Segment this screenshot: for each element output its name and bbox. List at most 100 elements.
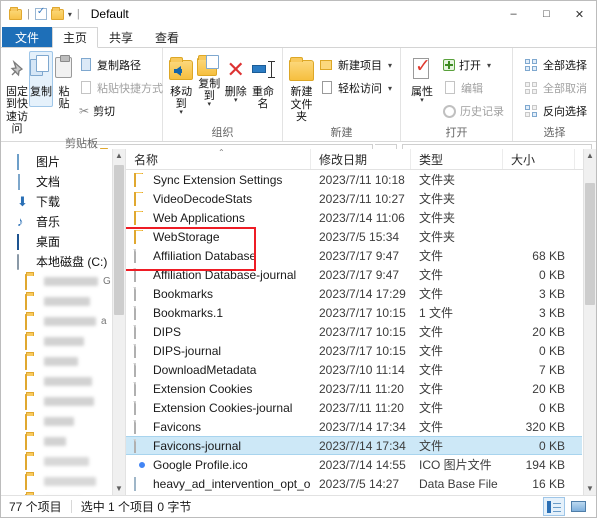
copy-to-button[interactable]: 复制到 ▾ [195, 51, 223, 109]
edit-button[interactable]: 编辑 [439, 78, 508, 98]
column-type[interactable]: 类型 [411, 149, 503, 169]
cut-button[interactable]: ✂ 剪切 [75, 101, 167, 121]
file-name-cell: DIPS [126, 324, 311, 339]
nav-folder-redacted-3[interactable]: a [1, 311, 125, 331]
nav-scroll-down-icon[interactable]: ▼ [113, 482, 125, 495]
properties-button[interactable]: ✓ 属性 ▾ [405, 51, 439, 105]
table-row[interactable]: Web Applications 2023/7/14 11:06 文件夹 [126, 208, 582, 227]
file-scroll-down-icon[interactable]: ▼ [584, 482, 596, 495]
tab-view[interactable]: 查看 [144, 27, 190, 47]
open-button[interactable]: 打开 ▾ [439, 55, 508, 75]
nav-folder-redacted-9[interactable] [1, 431, 125, 451]
nav-documents[interactable]: 文档 [1, 171, 125, 191]
file-name-label: Affiliation Database-journal [153, 267, 297, 282]
move-to-button[interactable]: 移动到 ▾ [167, 51, 195, 117]
nav-downloads[interactable]: ⬇ 下载 [1, 191, 125, 211]
file-list-scrollbar[interactable]: ▲ ▼ [583, 149, 596, 495]
file-name-cell: WebStorage [126, 229, 311, 244]
table-row[interactable]: Affiliation Database-journal 2023/7/17 9:… [126, 265, 582, 284]
easy-access-button[interactable]: 轻松访问 ▾ [316, 78, 396, 98]
table-row[interactable]: Favicons 2023/7/14 17:34 文件 320 KB [126, 417, 582, 436]
nav-pictures[interactable]: 图片 [1, 151, 125, 171]
file-icon [134, 343, 147, 358]
table-row[interactable]: Favicons-journal 2023/7/14 17:34 文件 0 KB [126, 436, 582, 455]
delete-button[interactable]: ✕ 删除 ▾ [223, 51, 248, 105]
new-item-button[interactable]: 新建项目 ▾ [316, 55, 396, 75]
table-row[interactable]: Bookmarks 2023/7/14 17:29 文件 3 KB [126, 284, 582, 303]
delete-caret-icon[interactable]: ▾ [234, 97, 238, 104]
details-view-button[interactable] [543, 497, 565, 516]
maximize-button[interactable]: □ [530, 1, 563, 27]
nav-folder-redacted-5[interactable] [1, 351, 125, 371]
properties-caret-icon[interactable]: ▾ [420, 97, 424, 104]
table-row[interactable]: WebStorage 2023/7/5 15:34 文件夹 [126, 227, 582, 246]
file-date-cell: 2023/7/11 11:20 [319, 400, 404, 415]
drive-icon [17, 253, 31, 270]
nav-music[interactable]: ♪ 音乐 [1, 211, 125, 231]
content-area: 图片 文档 ⬇ 下载 ♪ 音乐 桌面 本地磁盘 (C:) G a ▲ ▼ ⌃ 名… [1, 149, 596, 495]
tab-share[interactable]: 共享 [98, 27, 144, 47]
paste-shortcut-button[interactable]: 粘贴快捷方式 [75, 78, 167, 98]
nav-scroll-up-icon[interactable]: ▲ [113, 149, 125, 162]
copy-button[interactable]: 复制 [29, 51, 53, 107]
nav-desktop[interactable]: 桌面 [1, 231, 125, 251]
minimize-button[interactable]: – [497, 1, 530, 27]
file-name-cell: Web Applications [126, 210, 311, 225]
table-row[interactable]: DIPS-journal 2023/7/17 10:15 文件 0 KB [126, 341, 582, 360]
select-none-button[interactable]: 全部取消 [521, 78, 591, 98]
select-none-icon [525, 81, 539, 95]
file-scroll-thumb[interactable] [585, 183, 595, 305]
column-date-modified[interactable]: 修改日期 [311, 149, 411, 169]
nav-folder-redacted-8[interactable] [1, 411, 125, 431]
open-caret-icon[interactable]: ▾ [487, 61, 491, 70]
table-row[interactable]: Extension Cookies-journal 2023/7/11 11:20… [126, 398, 582, 417]
rename-button[interactable]: 重命名 [248, 51, 278, 111]
chevron-down-icon[interactable]: ▾ [68, 10, 72, 19]
table-row[interactable]: Sync Extension Settings 2023/7/11 10:18 文件… [126, 170, 582, 189]
copy-to-caret-icon[interactable]: ▾ [208, 101, 212, 108]
folder-icon [25, 413, 39, 430]
new-folder-icon[interactable] [50, 6, 64, 20]
table-row[interactable]: Extension Cookies 2023/7/11 11:20 文件 20 KB [126, 379, 582, 398]
nav-local-disk-c[interactable]: 本地磁盘 (C:) [1, 251, 125, 271]
file-size-cell: 320 KB [525, 419, 565, 434]
folder-icon[interactable] [9, 6, 22, 20]
invert-selection-button[interactable]: 反向选择 [521, 101, 591, 121]
history-button[interactable]: 历史记录 [439, 101, 508, 121]
move-to-caret-icon[interactable]: ▾ [179, 109, 183, 116]
close-button[interactable]: ✕ [563, 1, 596, 27]
file-scroll-up-icon[interactable]: ▲ [584, 149, 596, 162]
nav-scroll-thumb[interactable] [114, 165, 124, 315]
nav-folder-redacted-1[interactable]: G [1, 271, 125, 291]
table-row[interactable]: heavy_ad_intervention_opt_out.db 2023/7/5… [126, 474, 582, 493]
copy-path-button[interactable]: 复制路径 [75, 55, 167, 75]
table-row[interactable]: Google Profile.ico 2023/7/14 14:55 ICO 图片文… [126, 455, 582, 474]
easy-access-caret-icon[interactable]: ▾ [388, 84, 392, 93]
new-folder-button[interactable]: 新建 文件夹 [287, 51, 316, 124]
properties-icon[interactable] [34, 6, 47, 20]
table-row[interactable]: Bookmarks.1 2023/7/17 10:15 1 文件 3 KB [126, 303, 582, 322]
nav-scrollbar[interactable]: ▲ ▼ [112, 149, 125, 495]
table-row[interactable]: DIPS 2023/7/17 10:15 文件 20 KB [126, 322, 582, 341]
desktop-icon [17, 233, 31, 250]
nav-folder-redacted-4[interactable] [1, 331, 125, 351]
nav-folder-redacted-2[interactable] [1, 291, 125, 311]
table-row[interactable]: Affiliation Database 2023/7/17 9:47 文件 68 K… [126, 246, 582, 265]
nav-folder-redacted-6[interactable] [1, 371, 125, 391]
tab-file[interactable]: 文件 [2, 27, 53, 47]
nav-folder-redacted-7[interactable] [1, 391, 125, 411]
table-row[interactable]: VideoDecodeStats 2023/7/11 10:27 文件夹 [126, 189, 582, 208]
paste-button[interactable]: 粘贴 [53, 51, 75, 111]
column-size[interactable]: 大小 [503, 149, 575, 169]
cut-label: 剪切 [93, 106, 116, 118]
select-all-button[interactable]: 全部选择 [521, 55, 591, 75]
new-item-caret-icon[interactable]: ▾ [388, 61, 392, 70]
pin-to-quick-access-button[interactable]: 固定到快 速访问 [5, 51, 29, 136]
column-name[interactable]: ⌃ 名称 [126, 149, 311, 169]
large-icons-view-button[interactable] [567, 497, 589, 516]
nav-folder-redacted-11[interactable] [1, 471, 125, 491]
nav-folder-redacted-10[interactable] [1, 451, 125, 471]
table-row[interactable]: DownloadMetadata 2023/7/10 11:14 文件 7 KB [126, 360, 582, 379]
file-size-cell: 7 KB [538, 362, 565, 377]
tab-home[interactable]: 主页 [52, 27, 99, 48]
